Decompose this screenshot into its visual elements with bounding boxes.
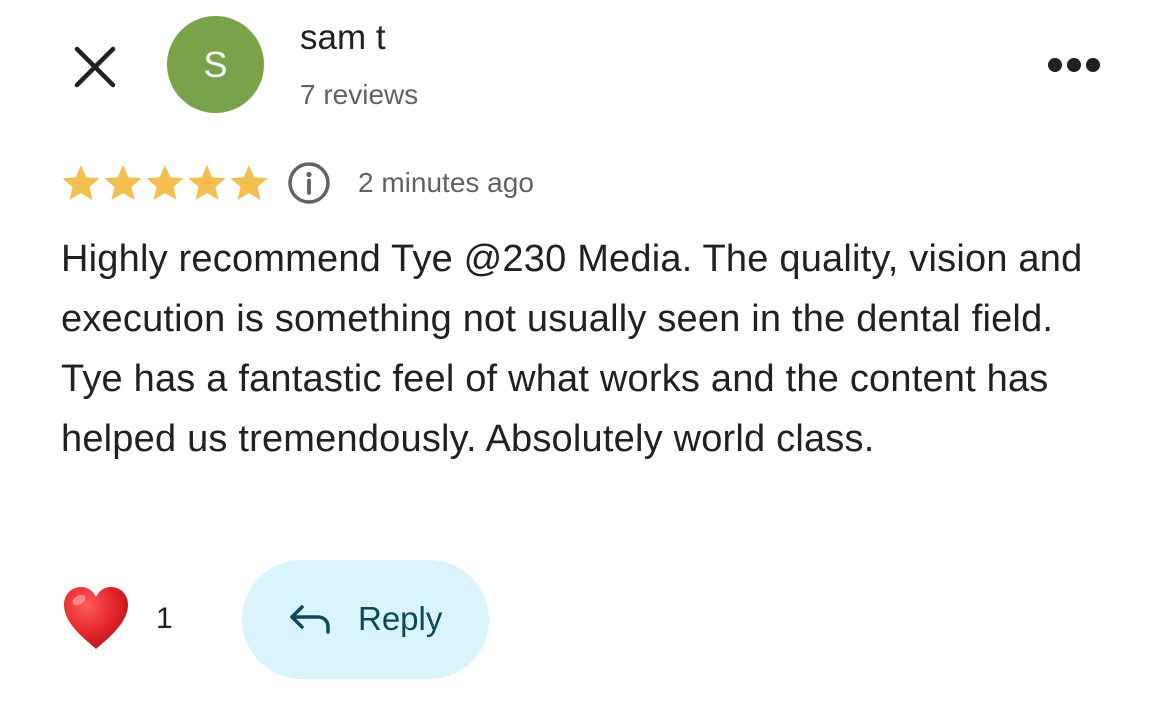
heart-icon [64,587,128,649]
avatar-initial: S [203,43,228,85]
author-review-count: 7 reviews [300,79,419,110]
rating-row: 2 minutes ago [60,158,534,208]
more-options-button[interactable] [1040,48,1108,82]
avatar[interactable]: S [167,16,264,113]
star-icon [62,165,100,200]
reply-arrow-icon [290,605,330,634]
reaction-count: 1 [156,602,173,635]
star-icon [146,165,184,200]
close-icon [74,46,116,88]
review-detail-page: S sam t 7 reviews 2 minutes ago Highly r… [0,0,1170,722]
star-icon [188,165,226,200]
reply-label: Reply [358,600,443,637]
review-timestamp: 2 minutes ago [358,167,534,198]
more-horizontal-icon [1048,58,1100,72]
author-name[interactable]: sam t [300,18,386,58]
star-icon [230,165,268,200]
star-icon [104,165,142,200]
review-text: Highly recommend Tye @230 Media. The qua… [61,238,1083,460]
star-rating [60,162,270,204]
reply-button[interactable]: Reply [241,559,489,679]
reaction-button[interactable]: 1 [60,583,173,655]
review-actions: 1 Reply [60,559,489,679]
info-icon [288,162,330,204]
info-button[interactable] [286,160,332,206]
close-button[interactable] [66,38,124,96]
